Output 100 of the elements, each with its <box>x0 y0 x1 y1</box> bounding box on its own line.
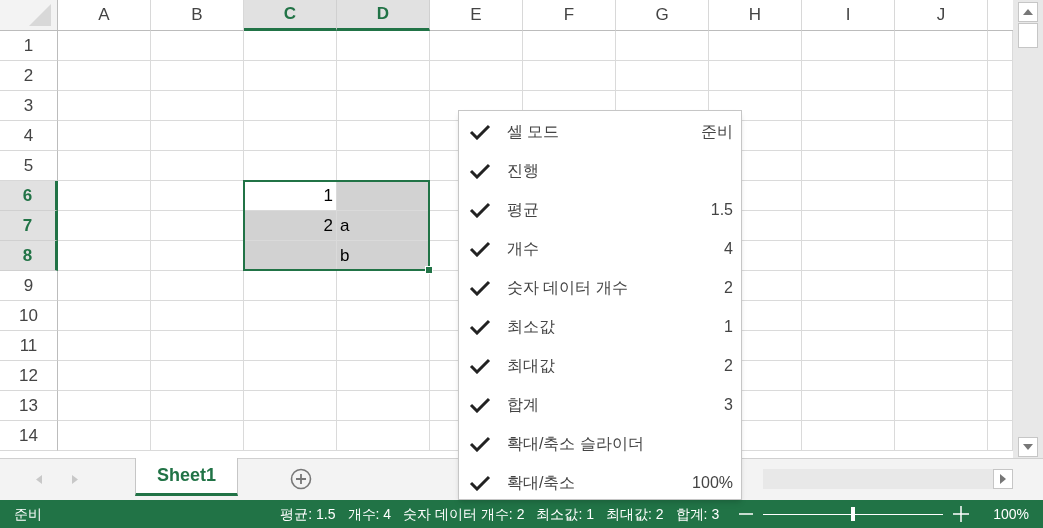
menu-item[interactable]: 최소값 1 <box>459 307 741 346</box>
scroll-up-button[interactable] <box>1018 2 1038 22</box>
cell[interactable] <box>337 271 430 301</box>
cell[interactable] <box>802 121 895 151</box>
cell[interactable] <box>151 421 244 451</box>
cell[interactable] <box>895 361 988 391</box>
cell[interactable] <box>523 31 616 61</box>
cell[interactable] <box>58 31 151 61</box>
cell[interactable] <box>616 31 709 61</box>
cell[interactable] <box>151 151 244 181</box>
cell[interactable] <box>337 331 430 361</box>
column-header[interactable]: F <box>523 0 616 31</box>
cell[interactable] <box>337 181 430 211</box>
cell[interactable] <box>151 31 244 61</box>
cell[interactable] <box>244 61 337 91</box>
cell[interactable] <box>58 271 151 301</box>
cell[interactable] <box>58 181 151 211</box>
cell[interactable] <box>895 91 988 121</box>
row-header[interactable]: 12 <box>0 361 58 391</box>
cell[interactable] <box>988 91 1013 121</box>
right-arrow-icon[interactable] <box>72 474 78 484</box>
cell[interactable] <box>151 121 244 151</box>
cell[interactable] <box>58 241 151 271</box>
cell[interactable] <box>523 61 616 91</box>
cell[interactable] <box>802 271 895 301</box>
cell[interactable] <box>58 361 151 391</box>
cell[interactable] <box>895 331 988 361</box>
cell[interactable] <box>802 211 895 241</box>
cell[interactable] <box>895 301 988 331</box>
cell[interactable] <box>802 241 895 271</box>
column-header[interactable]: E <box>430 0 523 31</box>
cell[interactable] <box>802 301 895 331</box>
cell[interactable] <box>151 331 244 361</box>
scroll-thumb[interactable] <box>1018 23 1038 48</box>
cell[interactable] <box>988 361 1013 391</box>
select-all-icon[interactable] <box>29 4 51 26</box>
cell[interactable] <box>802 91 895 121</box>
cell[interactable] <box>58 151 151 181</box>
cell[interactable] <box>58 121 151 151</box>
cell[interactable]: 2 <box>244 211 337 241</box>
cell[interactable] <box>244 421 337 451</box>
cell[interactable] <box>58 421 151 451</box>
menu-item[interactable]: 최대값 2 <box>459 346 741 385</box>
cell[interactable] <box>988 121 1013 151</box>
cell[interactable] <box>58 391 151 421</box>
menu-item[interactable]: 합계 3 <box>459 385 741 424</box>
cell[interactable] <box>244 331 337 361</box>
menu-item[interactable]: 평균 1.5 <box>459 190 741 229</box>
cell[interactable] <box>895 181 988 211</box>
sheet-tab[interactable]: Sheet1 <box>135 458 238 496</box>
cell[interactable] <box>895 271 988 301</box>
column-header[interactable]: G <box>616 0 709 31</box>
row-header[interactable]: 13 <box>0 391 58 421</box>
cell[interactable] <box>895 121 988 151</box>
cell[interactable]: a <box>337 211 430 241</box>
cell[interactable] <box>988 61 1013 91</box>
column-header[interactable]: J <box>895 0 988 31</box>
zoom-percent[interactable]: 100% <box>993 503 1029 525</box>
cell[interactable] <box>244 91 337 121</box>
cell[interactable] <box>244 271 337 301</box>
row-header[interactable]: 1 <box>0 31 58 61</box>
cell[interactable]: b <box>337 241 430 271</box>
cell[interactable] <box>802 61 895 91</box>
cell[interactable] <box>337 61 430 91</box>
cell[interactable] <box>244 121 337 151</box>
cell[interactable] <box>151 91 244 121</box>
column-header[interactable]: H <box>709 0 802 31</box>
cell[interactable] <box>988 271 1013 301</box>
cell[interactable] <box>988 331 1013 361</box>
cell[interactable] <box>802 391 895 421</box>
cell[interactable] <box>895 241 988 271</box>
cell[interactable] <box>616 61 709 91</box>
zoom-in-icon[interactable] <box>953 506 970 522</box>
cell[interactable] <box>895 211 988 241</box>
cell[interactable] <box>151 361 244 391</box>
menu-item[interactable]: 확대/축소 슬라이더 <box>459 424 741 463</box>
cell[interactable] <box>709 31 802 61</box>
cell[interactable] <box>709 61 802 91</box>
row-header[interactable]: 8 <box>0 241 58 271</box>
cell[interactable] <box>151 391 244 421</box>
cell[interactable] <box>988 181 1013 211</box>
row-header[interactable]: 10 <box>0 301 58 331</box>
cell[interactable] <box>895 391 988 421</box>
cell[interactable] <box>337 391 430 421</box>
menu-item[interactable]: 확대/축소 100% <box>459 463 741 502</box>
cell[interactable] <box>988 241 1013 271</box>
cell[interactable] <box>988 301 1013 331</box>
column-header[interactable]: D <box>337 0 430 31</box>
row-header[interactable]: 4 <box>0 121 58 151</box>
cell[interactable] <box>337 361 430 391</box>
cell[interactable] <box>58 301 151 331</box>
cell[interactable] <box>337 31 430 61</box>
cell[interactable] <box>151 271 244 301</box>
cell[interactable] <box>802 181 895 211</box>
cell[interactable] <box>802 361 895 391</box>
scroll-down-button[interactable] <box>1018 437 1038 457</box>
cell[interactable] <box>58 61 151 91</box>
cell[interactable] <box>895 61 988 91</box>
cell[interactable] <box>802 331 895 361</box>
menu-item[interactable]: 셀 모드 준비 <box>459 112 741 151</box>
